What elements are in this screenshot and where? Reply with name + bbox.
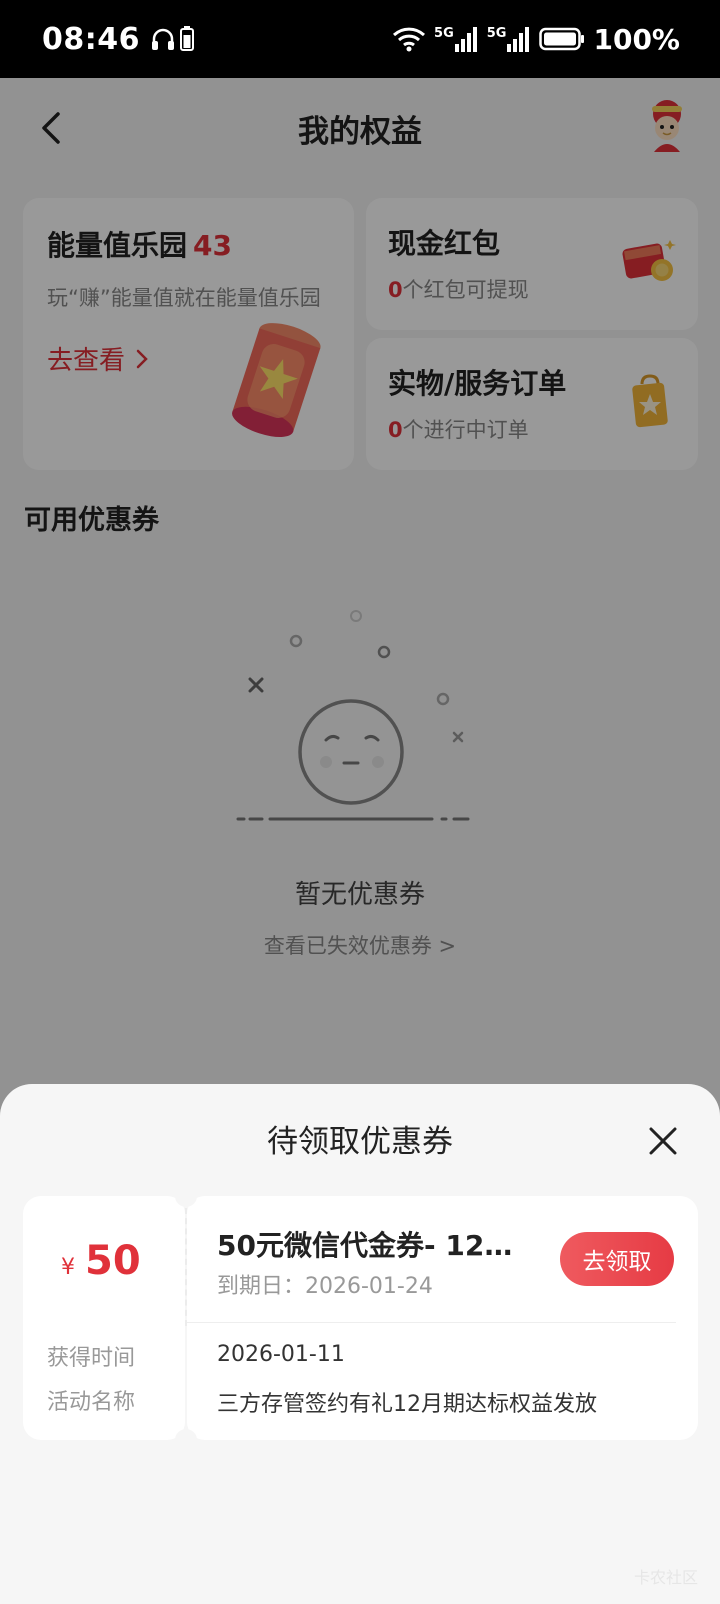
coupon-card: ¥ 50 获得时间 活动名称 50元微信代金券- 12月期达标权益发放 到期日：…	[23, 1185, 698, 1451]
coupon-name: 50元微信代金券- 12月期达标权益发放	[217, 1229, 537, 1262]
coupon-left-panel: ¥ 50 获得时间 活动名称	[23, 1196, 185, 1440]
status-left-icons	[150, 26, 194, 52]
activity-name-value: 三方存管签约有礼12月期达标权益发放	[217, 1392, 597, 1417]
signal-2-group: 5G	[487, 26, 532, 52]
coupon-expire-date: 到期日：2026-01-24	[217, 1274, 433, 1299]
status-time: 08:46	[42, 21, 140, 57]
coupon-amount-value: 50	[85, 1238, 141, 1284]
network-type-2: 5G	[486, 26, 507, 41]
obtain-time-label: 获得时间	[47, 1346, 136, 1371]
network-type-1: 5G	[434, 26, 454, 41]
battery-icon	[539, 27, 585, 51]
coupon-amount: ¥ 50	[61, 1238, 141, 1284]
wifi-icon	[393, 27, 426, 52]
headphones-icon	[152, 28, 174, 50]
coupon-notch-top	[175, 1185, 197, 1207]
pending-coupons-sheet: 待领取优惠券 ¥ 50 获得时间 活动名称 50元微信代金券- 12月期达标权益…	[0, 1084, 720, 1604]
activity-name-label: 活动名称	[47, 1390, 136, 1415]
claim-coupon-button[interactable]: 去领取	[560, 1232, 674, 1286]
battery-percentage: 100%	[593, 22, 680, 56]
coupon-dashed-separator	[185, 1208, 187, 1326]
coupon-divider	[187, 1322, 676, 1323]
signal-1-group: 5G	[434, 26, 479, 52]
currency-symbol: ¥	[61, 1255, 75, 1280]
sheet-title: 待领取优惠券	[267, 1124, 453, 1160]
obtain-time-value: 2026-01-11	[217, 1342, 345, 1367]
signal-icon	[454, 27, 477, 52]
battery-small-icon	[180, 26, 194, 51]
coupon-notch-bottom	[175, 1429, 197, 1451]
status-right: 5G 5G 100%	[392, 23, 680, 56]
close-icon[interactable]	[648, 1126, 678, 1156]
watermark: 卡农社区	[633, 1568, 698, 1587]
status-bar: 08:46 5G 5G 100%	[0, 0, 720, 78]
signal-icon	[507, 27, 530, 52]
coupon-right-panel: 50元微信代金券- 12月期达标权益发放 到期日：2026-01-24 去领取 …	[187, 1196, 698, 1440]
